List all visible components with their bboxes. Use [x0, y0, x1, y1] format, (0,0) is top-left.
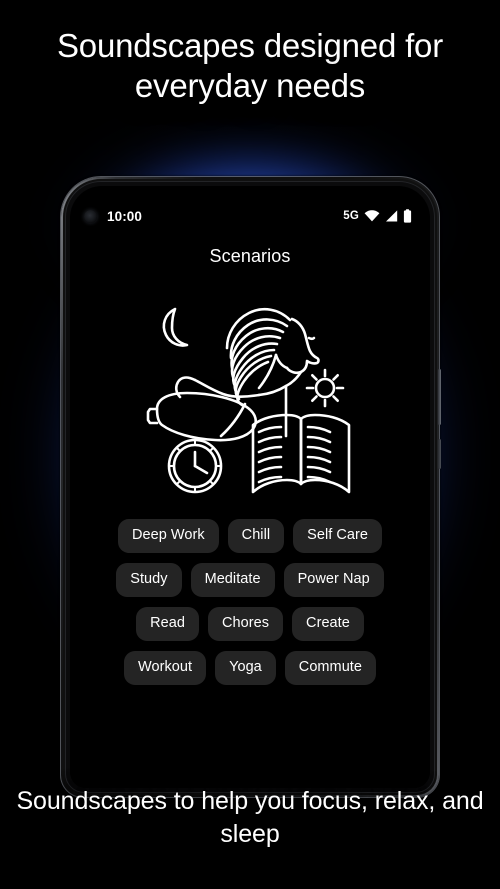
promo-screenshot: Soundscapes designed for everyday needs … [0, 0, 500, 889]
network-type-label: 5G [343, 210, 359, 222]
power-button[interactable] [438, 369, 441, 425]
chip-create[interactable]: Create [292, 607, 364, 641]
chip-chill[interactable]: Chill [227, 519, 285, 553]
chip-self-care[interactable]: Self Care [293, 519, 383, 553]
chip-meditate[interactable]: Meditate [190, 563, 275, 597]
chip-deep-work[interactable]: Deep Work [117, 519, 219, 553]
chip-read[interactable]: Read [136, 607, 199, 641]
promo-headline: Soundscapes designed for everyday needs [57, 27, 443, 104]
sun-icon [305, 368, 345, 408]
battery-icon [403, 209, 412, 223]
chip-commute[interactable]: Commute [284, 651, 376, 685]
screen-title: Scenarios [209, 246, 291, 266]
status-bar-right-group: 5G [343, 209, 412, 223]
chip-study[interactable]: Study [116, 563, 182, 597]
open-book-icon [251, 413, 351, 494]
status-time: 10:00 [107, 208, 143, 224]
scenario-chip-grid: Deep Work Chill Self Care Study Meditate… [82, 519, 418, 695]
crescent-moon-icon [162, 307, 189, 347]
phone-screen: 10:00 5G Scenarios Deep Work Chill Self … [70, 186, 430, 788]
cellular-signal-icon [386, 210, 398, 222]
chip-row: Study Meditate Power Nap [82, 563, 418, 597]
chip-row: Workout Yoga Commute [82, 651, 418, 685]
chip-workout[interactable]: Workout [123, 651, 207, 685]
volume-button[interactable] [438, 439, 441, 469]
promo-caption: Soundscapes to help you focus, relax, an… [16, 787, 484, 848]
phone-mockup: 10:00 5G Scenarios Deep Work Chill Self … [61, 177, 441, 797]
clock-icon [167, 438, 223, 494]
status-bar: 10:00 5G [70, 205, 430, 227]
wifi-icon [364, 210, 380, 222]
chip-yoga[interactable]: Yoga [215, 651, 276, 685]
scenarios-illustration [146, 307, 351, 494]
chip-chores[interactable]: Chores [208, 607, 284, 641]
chip-row: Read Chores Create [82, 607, 418, 641]
horse-mane [225, 307, 292, 407]
chip-power-nap[interactable]: Power Nap [283, 563, 384, 597]
chip-row: Deep Work Chill Self Care [82, 519, 418, 553]
camera-punch-hole-icon [84, 209, 97, 223]
